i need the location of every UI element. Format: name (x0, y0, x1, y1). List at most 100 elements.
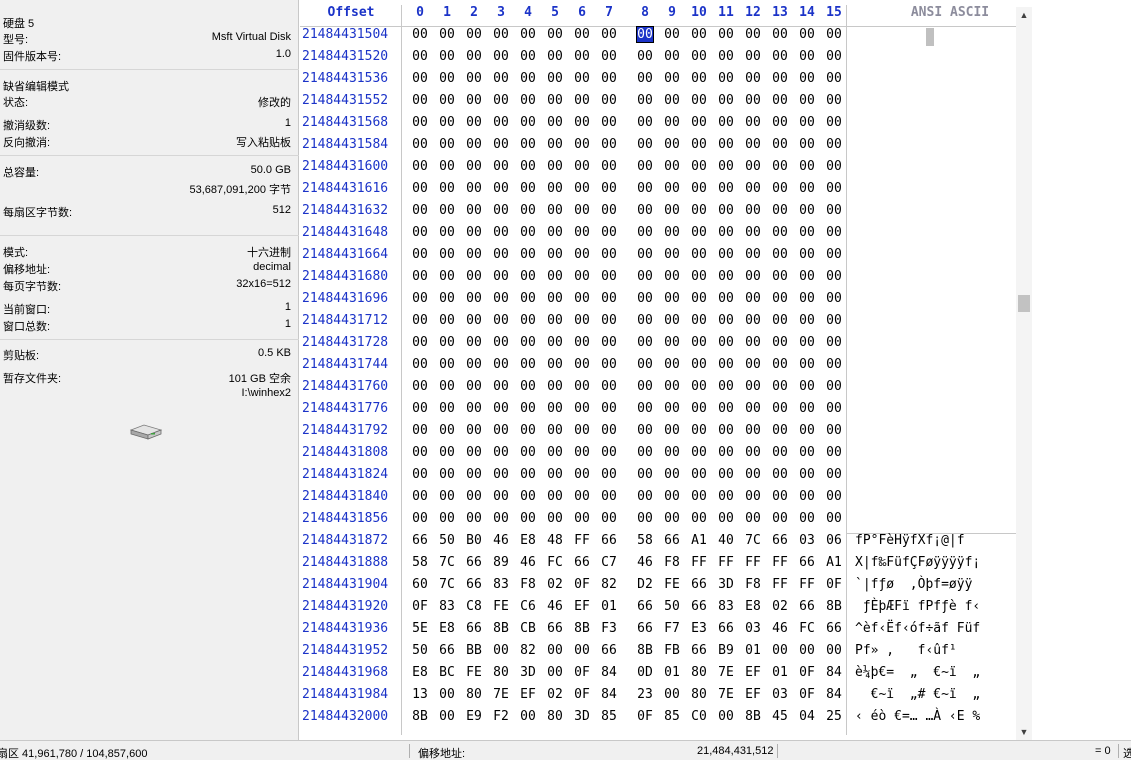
hex-byte[interactable]: 00 (714, 467, 738, 482)
hex-byte[interactable]: 00 (768, 445, 792, 460)
hex-byte[interactable]: 02 (543, 577, 567, 592)
hex-byte[interactable]: 00 (597, 335, 621, 350)
hex-byte[interactable]: 00 (741, 71, 765, 86)
hex-byte[interactable]: 00 (795, 511, 819, 526)
hex-byte[interactable]: 00 (597, 445, 621, 460)
hex-byte[interactable]: 00 (462, 71, 486, 86)
hex-byte[interactable]: 00 (768, 181, 792, 196)
hex-byte[interactable]: 00 (489, 93, 513, 108)
hex-byte[interactable]: 00 (408, 247, 432, 262)
hex-byte[interactable]: 00 (435, 709, 459, 724)
hex-byte[interactable]: 00 (795, 467, 819, 482)
hex-byte[interactable]: 00 (714, 159, 738, 174)
hex-byte[interactable]: 00 (633, 93, 657, 108)
hex-byte[interactable]: 00 (543, 159, 567, 174)
hex-byte[interactable]: 00 (543, 489, 567, 504)
ascii-text[interactable]: ƒÈþÆFï fPfƒè f‹ (855, 599, 980, 614)
hex-byte[interactable]: 00 (795, 291, 819, 306)
hex-byte[interactable]: 46 (516, 555, 540, 570)
hex-byte[interactable]: 00 (408, 511, 432, 526)
hex-byte[interactable]: 00 (597, 401, 621, 416)
hex-byte[interactable]: EF (570, 599, 594, 614)
hex-byte[interactable]: 00 (516, 445, 540, 460)
hex-byte[interactable]: F2 (489, 709, 513, 724)
hex-byte[interactable]: 00 (462, 313, 486, 328)
hex-byte[interactable]: 80 (687, 687, 711, 702)
hex-byte[interactable]: 0F (570, 687, 594, 702)
hex-byte[interactable]: 00 (768, 203, 792, 218)
hex-byte[interactable]: 00 (570, 357, 594, 372)
hex-byte[interactable]: 00 (597, 467, 621, 482)
hex-byte[interactable]: 00 (408, 181, 432, 196)
hex-byte[interactable]: 00 (633, 26, 657, 43)
hex-byte[interactable]: 00 (543, 313, 567, 328)
hex-byte[interactable]: 00 (633, 489, 657, 504)
hex-byte[interactable]: 00 (516, 137, 540, 152)
hex-byte[interactable]: 00 (435, 49, 459, 64)
hex-byte[interactable]: 00 (768, 115, 792, 130)
hex-byte[interactable]: 00 (570, 269, 594, 284)
hex-byte[interactable]: 00 (768, 49, 792, 64)
hex-byte[interactable]: 00 (633, 467, 657, 482)
hex-byte[interactable]: 00 (408, 27, 432, 42)
hex-byte[interactable]: 00 (768, 489, 792, 504)
hex-byte[interactable]: 00 (489, 467, 513, 482)
hex-byte[interactable]: 03 (741, 621, 765, 636)
hex-row[interactable]: 21484431984 13 00 80 7E EF 02 0F 84 23 00 80 7E EF 03 0… (300, 687, 1016, 709)
hex-row[interactable]: 21484431776 00 00 00 00 00 00 00 00 00 00 00 00 00 00 0… (300, 401, 1016, 423)
hex-byte[interactable]: 00 (660, 511, 684, 526)
hex-byte[interactable]: 80 (687, 665, 711, 680)
hex-byte[interactable]: 23 (633, 687, 657, 702)
hex-byte[interactable]: 00 (822, 445, 846, 460)
hex-byte[interactable]: 00 (462, 445, 486, 460)
hex-byte[interactable]: 00 (768, 247, 792, 262)
hex-byte[interactable]: 00 (795, 423, 819, 438)
hex-byte[interactable]: 00 (714, 49, 738, 64)
hex-byte[interactable]: 00 (408, 203, 432, 218)
hex-byte[interactable]: 00 (489, 401, 513, 416)
hex-byte[interactable]: E9 (462, 709, 486, 724)
hex-byte[interactable]: 00 (462, 247, 486, 262)
hex-byte[interactable]: 00 (516, 203, 540, 218)
hex-byte[interactable]: 00 (516, 291, 540, 306)
hex-byte[interactable]: 00 (597, 379, 621, 394)
hex-byte[interactable]: 00 (768, 423, 792, 438)
hex-byte[interactable]: 00 (408, 335, 432, 350)
hex-byte[interactable]: 00 (489, 137, 513, 152)
hex-byte[interactable]: 00 (516, 357, 540, 372)
hex-byte[interactable]: 00 (687, 203, 711, 218)
hex-byte[interactable]: 85 (660, 709, 684, 724)
hex-byte[interactable]: 8B (408, 709, 432, 724)
hex-byte[interactable]: 00 (543, 423, 567, 438)
hex-byte[interactable]: 00 (714, 423, 738, 438)
hex-byte[interactable]: 00 (795, 335, 819, 350)
hex-byte[interactable]: 00 (462, 467, 486, 482)
hex-byte[interactable]: 00 (741, 269, 765, 284)
hex-byte[interactable]: 00 (489, 643, 513, 658)
hex-byte[interactable]: 00 (462, 291, 486, 306)
hex-row[interactable]: 21484431840 00 00 00 00 00 00 00 00 00 00 00 00 00 00 0… (300, 489, 1016, 511)
hex-byte[interactable]: 00 (489, 181, 513, 196)
hex-byte[interactable]: 00 (660, 27, 684, 42)
hex-byte[interactable]: 00 (408, 489, 432, 504)
hex-byte[interactable]: 3D (570, 709, 594, 724)
hex-byte[interactable]: 5E (408, 621, 432, 636)
hex-byte[interactable]: 00 (570, 203, 594, 218)
hex-byte[interactable]: 0F (570, 577, 594, 592)
ascii-text[interactable]: ^èf‹Ëf‹óf÷ãf Füf (855, 621, 980, 636)
hex-byte[interactable]: 00 (435, 203, 459, 218)
hex-byte[interactable]: 00 (516, 225, 540, 240)
hex-byte[interactable]: 00 (741, 291, 765, 306)
hex-byte[interactable]: 00 (660, 379, 684, 394)
hex-byte[interactable]: 00 (714, 379, 738, 394)
hex-byte[interactable]: F8 (741, 577, 765, 592)
hex-byte[interactable]: 00 (408, 269, 432, 284)
hex-byte[interactable]: 00 (795, 313, 819, 328)
hex-byte[interactable]: 00 (822, 93, 846, 108)
hex-byte[interactable]: 8B (741, 709, 765, 724)
hex-byte[interactable]: 01 (741, 643, 765, 658)
hex-byte[interactable]: 00 (543, 401, 567, 416)
hex-byte[interactable]: 00 (435, 269, 459, 284)
hex-byte[interactable]: FF (768, 555, 792, 570)
hex-byte[interactable]: 00 (462, 335, 486, 350)
